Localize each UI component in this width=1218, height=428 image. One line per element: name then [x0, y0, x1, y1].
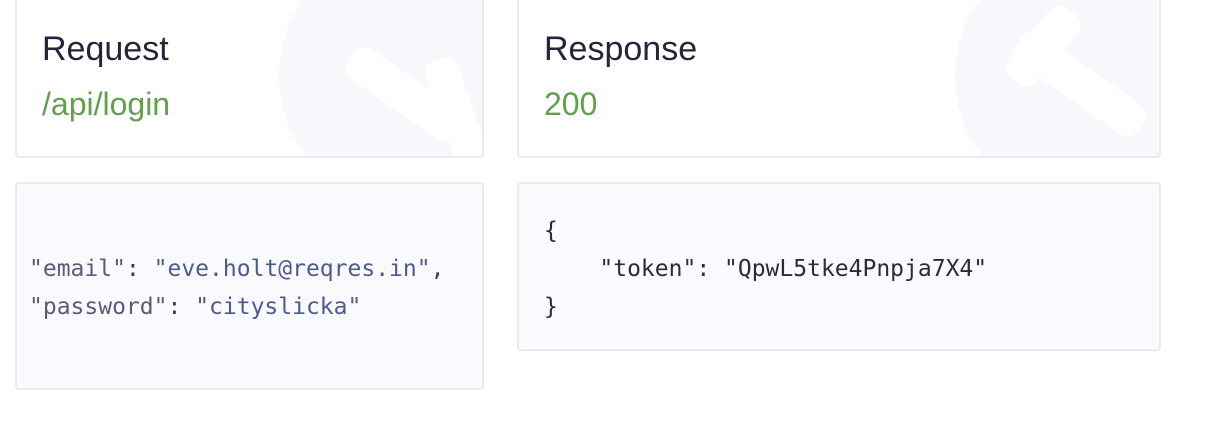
password-value: "cityslicka" [195, 294, 362, 320]
request-endpoint: /api/login [42, 86, 171, 122]
response-token-line: "token": "QpwL5tke4Pnpja7X4" [544, 256, 988, 282]
response-title: Response [544, 30, 698, 68]
request-email-line: "email": "eve.holt@reqres.in", [29, 250, 482, 288]
request-header-card: Request /api/login [15, 0, 484, 158]
email-trailer: , [430, 256, 445, 282]
response-close-brace: } [544, 294, 558, 320]
response-open-brace: { [544, 218, 558, 244]
api-example-panel: Request /api/login Response 200 "email":… [0, 0, 1218, 428]
watermark-logo-icon [279, 0, 482, 156]
request-title: Request [42, 30, 169, 68]
password-key: "password" [29, 294, 168, 320]
watermark-logo-icon [955, 0, 1159, 156]
email-separator: : [125, 256, 154, 282]
request-body-code: "email": "eve.holt@reqres.in", "password"… [15, 182, 484, 390]
response-header-card: Response 200 [517, 0, 1161, 158]
email-key: "email" [29, 256, 126, 282]
password-separator: : [167, 294, 196, 320]
response-status-code: 200 [544, 86, 598, 122]
response-body-code: { "token": "QpwL5tke4Pnpja7X4"} [517, 182, 1161, 351]
email-value: "eve.holt@reqres.in" [153, 256, 431, 282]
request-password-line: "password": "cityslicka" [29, 288, 482, 326]
